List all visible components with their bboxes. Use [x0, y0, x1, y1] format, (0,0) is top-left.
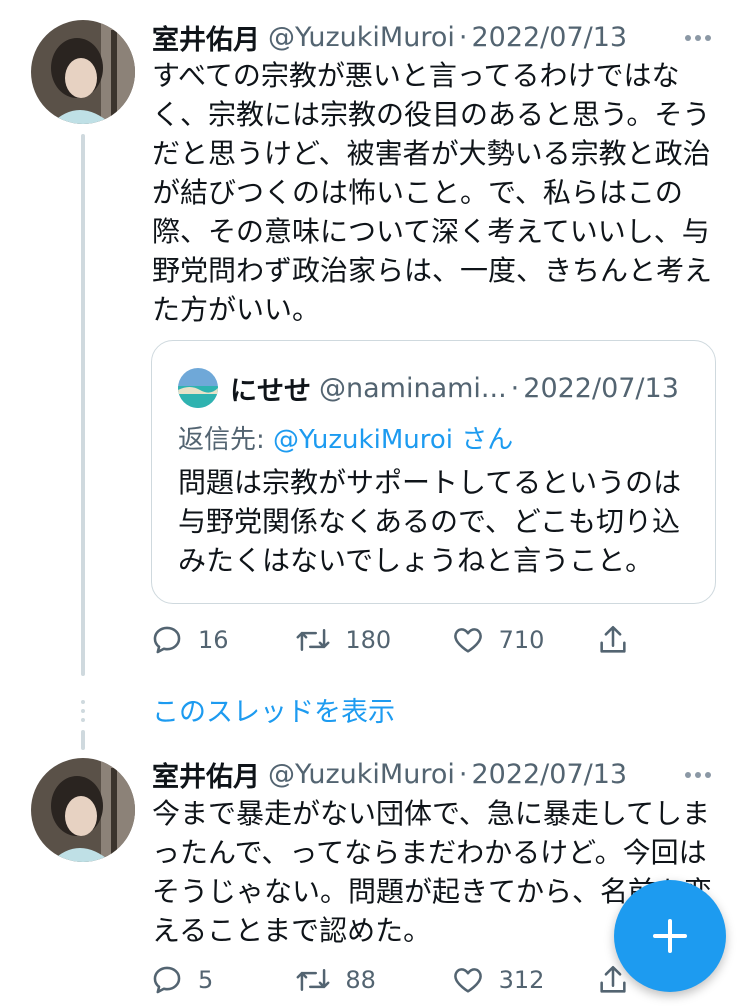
thread-line [81, 730, 85, 750]
like-button[interactable]: 312 [451, 963, 596, 997]
avatar[interactable] [31, 758, 135, 862]
quoted-tweet[interactable]: にせせ @naminami... · 2022/07/13 返信先: @Yuzu… [151, 340, 716, 604]
plus-icon [653, 919, 687, 953]
reply-prefix: 返信先: [178, 425, 274, 455]
tweet-actions: 5 88 312 [150, 958, 630, 1002]
tweet-line: 野党問わず政治家らは、一度、きちんと考え [152, 254, 713, 287]
separator: · [458, 758, 468, 790]
user-handle[interactable]: @YuzukiMuroi [268, 759, 455, 790]
like-button[interactable]: 710 [451, 623, 596, 657]
tweet-date[interactable]: 2022/07/13 [471, 759, 627, 790]
avatar[interactable] [31, 20, 135, 124]
replying-to: 返信先: @YuzukiMuroi さん [178, 419, 513, 456]
tweet-line: 今まで暴走がない団体で、急に暴走してしま [152, 797, 711, 830]
reply-button[interactable]: 16 [150, 623, 295, 657]
compose-button[interactable] [614, 880, 726, 992]
retweet-icon [296, 629, 330, 651]
tweet-actions: 16 180 710 [150, 618, 630, 662]
tweet-line: く、宗教には宗教の役目のあると思う。そう [152, 98, 711, 131]
tweet-header: 室井佑月 @YuzukiMuroi · 2022/07/13 [152, 17, 627, 57]
tweet-line: が結びつくのは怖いこと。で、私らはこの [152, 176, 683, 209]
heart-icon [453, 628, 482, 653]
show-thread-link[interactable]: このスレッドを表示 [152, 690, 395, 729]
retweet-count: 180 [345, 626, 392, 654]
reply-count: 5 [198, 966, 214, 994]
quote-user-handle: @naminami... [319, 372, 507, 404]
tweet-text: すべての宗教が悪いと言ってるわけではな く、宗教には宗教の役目のあると思う。そう… [152, 56, 730, 329]
tweet-line: ったんで、ってならまだわかるけど。今回は [152, 836, 707, 869]
tweet-date[interactable]: 2022/07/13 [471, 22, 627, 53]
quote-text: 問題は宗教がサポートしてるというのは 与野党関係なくあるので、どこも切り込 みた… [178, 463, 681, 580]
more-button[interactable] [680, 20, 716, 56]
reply-button[interactable]: 5 [150, 963, 295, 997]
reply-icon [153, 966, 181, 994]
tweet-line: た方がいい。 [152, 293, 321, 326]
retweet-icon [296, 969, 330, 991]
quote-avatar [178, 368, 218, 408]
tweet-header: 室井佑月 @YuzukiMuroi · 2022/07/13 [152, 754, 627, 794]
tweet-line: 際、その意味について深く考えていいし、与 [152, 215, 710, 248]
thread-line [81, 134, 85, 676]
quote-line: 問題は宗教がサポートしてるというのは [178, 466, 682, 499]
more-icon [685, 772, 691, 778]
quote-line: みたくはないでしょうねと言うこと。 [178, 544, 654, 577]
retweet-button[interactable]: 180 [295, 623, 450, 657]
quote-header: にせせ @naminami... · 2022/07/13 [178, 368, 679, 408]
quote-display-name: にせせ [230, 375, 311, 407]
display-name[interactable]: 室井佑月 [152, 18, 260, 57]
thread-dots [81, 700, 85, 727]
more-button[interactable] [680, 757, 716, 793]
retweet-count: 88 [345, 966, 376, 994]
tweet-line: すべての宗教が悪いと言ってるわけではな [152, 59, 680, 92]
like-count: 710 [498, 626, 545, 654]
reply-mention[interactable]: @YuzukiMuroi [273, 425, 453, 455]
user-handle[interactable]: @YuzukiMuroi [268, 22, 455, 53]
quote-date: 2022/07/13 [523, 372, 679, 404]
like-count: 312 [498, 966, 545, 994]
reply-icon [153, 626, 181, 654]
reply-count: 16 [198, 626, 229, 654]
separator: · [510, 372, 520, 404]
more-icon [685, 35, 691, 41]
separator: · [458, 21, 468, 53]
retweet-button[interactable]: 88 [295, 963, 450, 997]
display-name[interactable]: 室井佑月 [152, 755, 260, 794]
share-button[interactable] [596, 623, 630, 657]
share-icon [600, 625, 626, 653]
heart-icon [453, 968, 482, 993]
tweet-line: だと思うけど、被害者が大勢いる宗教と政治 [152, 137, 711, 170]
reply-suffix: さん [452, 425, 514, 455]
quote-line: 与野党関係なくあるので、どこも切り込 [178, 505, 681, 538]
